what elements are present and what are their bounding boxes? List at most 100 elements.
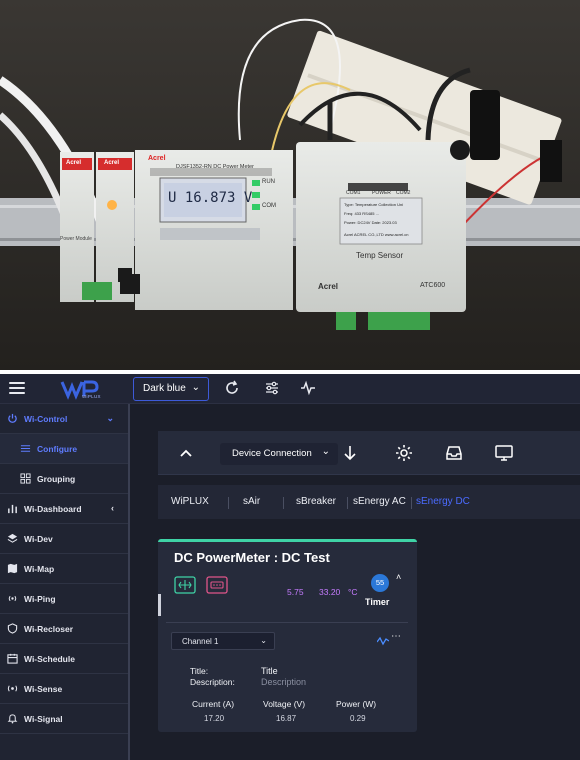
monitor-icon[interactable] bbox=[494, 443, 514, 463]
voltage-column-header: Voltage (V) bbox=[263, 699, 306, 709]
timer-label: Timer bbox=[365, 597, 390, 607]
device-type-tabs: WiPLUX sAir sBreaker sEnergy AC sEnergy … bbox=[158, 485, 580, 519]
tab-separator bbox=[228, 497, 229, 509]
top-bar: WiPLUX Dark blue ⌄ bbox=[0, 374, 580, 404]
sidebar-item-wi-sense[interactable]: Wi-Sense bbox=[0, 674, 128, 704]
channel-dropdown[interactable]: Channel 1 ⌄ bbox=[171, 632, 275, 650]
sliders-icon bbox=[20, 445, 31, 452]
temperature-value: 33.20 bbox=[319, 587, 341, 597]
meter-lcd-reading: U 16.873 V bbox=[168, 190, 253, 206]
inbox-icon[interactable] bbox=[444, 443, 464, 463]
bar-chart-icon bbox=[8, 504, 17, 514]
chevron-up-icon[interactable]: ˄ bbox=[396, 572, 401, 582]
serial-port-icon[interactable] bbox=[206, 576, 228, 594]
sensor-label-line-4: Acrel ACREL CO.,LTD www.acrel.cn bbox=[344, 232, 409, 237]
sensor-led-com1: COM1 bbox=[346, 190, 361, 196]
meter-brand: Acrel bbox=[148, 155, 166, 162]
map-icon bbox=[7, 563, 18, 574]
tab-senergy-dc[interactable]: sEnergy DC bbox=[416, 496, 470, 507]
sidebar-item-wi-control[interactable]: Wi-Control ⌄ bbox=[0, 404, 128, 434]
calendar-icon bbox=[7, 653, 18, 664]
device-connection-dropdown[interactable]: Device Connection ⌄ bbox=[220, 443, 338, 465]
refresh-icon[interactable] bbox=[224, 380, 240, 396]
device-card: DC PowerMeter : DC Test 5.75 33.20 °C 55… bbox=[158, 539, 417, 732]
activity-icon[interactable] bbox=[300, 380, 316, 396]
sidebar-item-label: Configure bbox=[37, 444, 78, 454]
tab-wiplux[interactable]: WiPLUX bbox=[171, 496, 209, 507]
description-label: Description: bbox=[190, 677, 235, 687]
sidebar-item-wi-dev[interactable]: Wi-Dev bbox=[0, 524, 128, 554]
app-window: WiPLUX Dark blue ⌄ Wi-Control ⌄ Configur… bbox=[0, 374, 580, 760]
description-value: Description bbox=[261, 677, 307, 687]
sensor-model: ATC600 bbox=[420, 282, 446, 289]
sidebar-item-wi-dashboard[interactable]: Wi-Dashboard ‹ bbox=[0, 494, 128, 524]
chevron-left-icon: ‹ bbox=[111, 503, 114, 513]
current-value: 17.20 bbox=[204, 714, 225, 723]
sensor-label-line-1: Type: Temperature Collection Uni bbox=[344, 202, 404, 207]
sidebar-item-wi-map[interactable]: Wi-Map bbox=[0, 554, 128, 584]
hamburger-menu-icon[interactable] bbox=[9, 382, 25, 395]
tab-separator bbox=[347, 497, 348, 509]
sidebar-item-label: Wi-Signal bbox=[24, 714, 63, 724]
tab-sbreaker[interactable]: sBreaker bbox=[296, 496, 336, 507]
network-device-icon[interactable] bbox=[174, 576, 196, 594]
chevron-up-icon[interactable] bbox=[176, 443, 196, 463]
gear-icon[interactable] bbox=[394, 443, 414, 463]
sidebar-item-configure[interactable]: Configure bbox=[0, 434, 128, 464]
small-module-brand-b: Acrel bbox=[104, 160, 120, 166]
voltage-value: 16.87 bbox=[276, 714, 297, 723]
logo-text: WiPLUX bbox=[82, 394, 101, 399]
signal-icon bbox=[8, 595, 17, 602]
chevron-down-icon: ⌄ bbox=[106, 413, 114, 423]
theme-dropdown[interactable]: Dark blue ⌄ bbox=[133, 377, 209, 401]
power-column-header: Power (W) bbox=[336, 699, 377, 709]
tab-sair[interactable]: sAir bbox=[243, 496, 260, 507]
sidebar-item-wi-ping[interactable]: Wi-Ping bbox=[0, 584, 128, 614]
sidebar-item-label: Wi-Control bbox=[24, 414, 68, 424]
sidebar-item-label: Wi-Dev bbox=[24, 534, 53, 544]
meter-led-run: RUN bbox=[262, 179, 275, 185]
sidebar-item-label: Grouping bbox=[37, 474, 76, 484]
sliders-icon[interactable] bbox=[264, 380, 280, 396]
shield-icon bbox=[7, 623, 18, 634]
sidebar-item-label: Wi-Dashboard bbox=[24, 504, 82, 514]
grid-icon bbox=[20, 473, 31, 484]
sidebar-item-wi-schedule[interactable]: Wi-Schedule bbox=[0, 644, 128, 674]
sensor-led-power: POWER bbox=[372, 190, 391, 196]
chevron-down-icon: ⌄ bbox=[191, 382, 200, 393]
current-column-header: Current (A) bbox=[192, 699, 235, 709]
sidebar: Wi-Control ⌄ Configure Grouping Wi-Dashb… bbox=[0, 404, 130, 760]
temperature-unit: °C bbox=[348, 587, 358, 597]
sensor-label-line-2: Freq: 433 RS485 ... bbox=[344, 211, 379, 216]
layers-icon bbox=[7, 533, 18, 543]
timer-badge[interactable]: 55 bbox=[371, 574, 389, 592]
more-options-icon[interactable]: ⋯ bbox=[391, 631, 401, 642]
power-icon bbox=[8, 413, 17, 423]
sidebar-item-label: Wi-Schedule bbox=[24, 654, 75, 664]
sidebar-item-wi-recloser[interactable]: Wi-Recloser bbox=[0, 614, 128, 644]
device-connection-label: Device Connection bbox=[232, 448, 312, 459]
tab-senergy-ac[interactable]: sEnergy AC bbox=[353, 496, 406, 507]
chevron-down-icon: ⌄ bbox=[260, 636, 267, 645]
chevron-down-icon: ⌄ bbox=[321, 446, 330, 457]
power-value: 0.29 bbox=[350, 714, 366, 723]
device-toolbar: Device Connection ⌄ bbox=[158, 431, 580, 475]
sensor-led-com2: COM2 bbox=[396, 190, 411, 196]
sensor-name: Temp Sensor bbox=[356, 251, 404, 260]
sidebar-item-grouping[interactable]: Grouping bbox=[0, 464, 128, 494]
sidebar-item-wi-signal[interactable]: Wi-Signal bbox=[0, 704, 128, 734]
meter-model: DJSF1352-RN DC Power Meter bbox=[176, 164, 254, 170]
sidebar-item-label: Wi-Recloser bbox=[24, 624, 74, 634]
status-value-a: 5.75 bbox=[287, 587, 304, 597]
small-module-brand-a: Acrel bbox=[66, 160, 82, 166]
card-divider bbox=[166, 622, 408, 623]
small-module-label: Power Module bbox=[60, 236, 92, 242]
sensor-label-line-3: Power: DC24V Date: 2023.03 bbox=[344, 220, 397, 225]
card-side-handle[interactable] bbox=[158, 594, 161, 616]
hardware-photo: Acrel DJSF1352-RN DC Power Meter U 16.87… bbox=[0, 0, 580, 370]
channel-dropdown-value: Channel 1 bbox=[182, 637, 219, 646]
theme-dropdown-value: Dark blue bbox=[143, 383, 186, 394]
tab-separator bbox=[283, 497, 284, 509]
waveform-icon[interactable] bbox=[377, 636, 389, 646]
arrow-down-icon[interactable] bbox=[340, 443, 360, 463]
